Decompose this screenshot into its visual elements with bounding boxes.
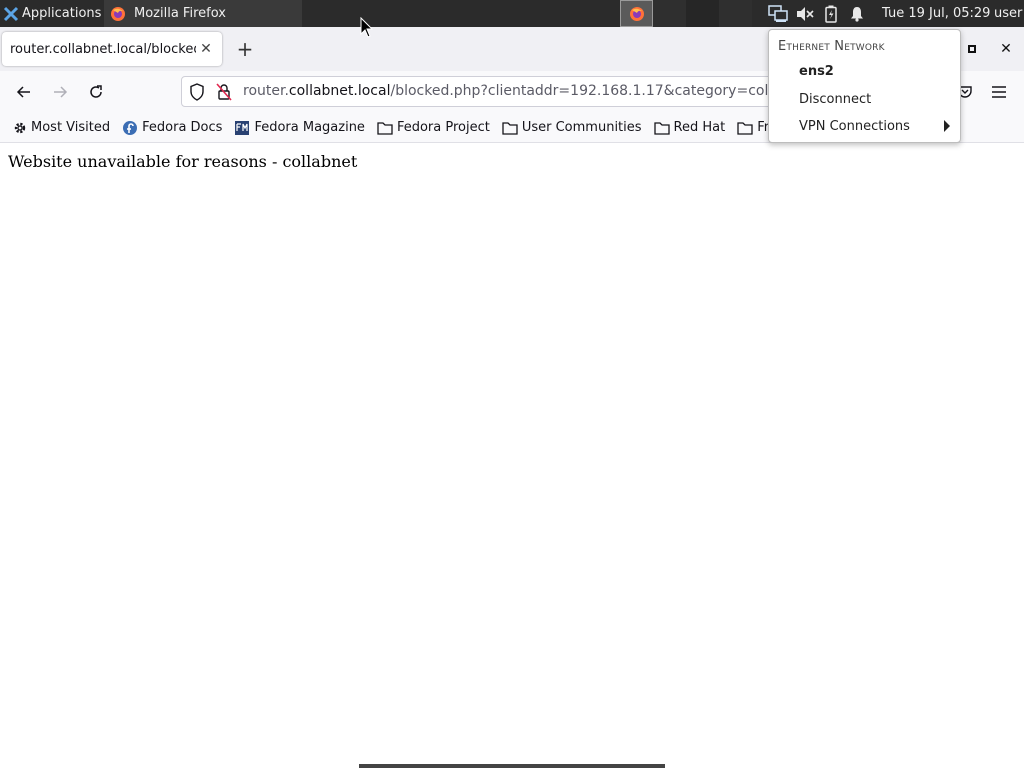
bookmark-folder-fedora-project[interactable]: Fedora Project — [377, 120, 490, 135]
insecure-lock-icon[interactable] — [216, 83, 232, 105]
submenu-arrow-icon — [944, 120, 950, 132]
fedora-magazine-icon — [235, 120, 250, 135]
url-text: router.collabnet.local/blocked.php?clien… — [243, 77, 813, 106]
bookmark-fedora-magazine[interactable]: Fedora Magazine — [234, 120, 365, 136]
folder-icon — [502, 121, 518, 135]
network-icon[interactable] — [764, 4, 792, 23]
bookmark-fedora-docs[interactable]: Fedora Docs — [122, 120, 222, 136]
bookmark-label: Fedora Magazine — [254, 120, 365, 135]
network-menu-header-text: Ethernet Network — [778, 39, 885, 54]
applications-label: Applications — [22, 6, 102, 21]
gear-icon — [14, 122, 26, 133]
url-prefix: router. — [243, 83, 289, 99]
new-tab-button[interactable]: + — [232, 36, 258, 62]
bookmark-label: User Communities — [521, 120, 642, 135]
applications-menu-button[interactable]: Applications ⋮ — [0, 0, 119, 27]
bookmark-label: Most Visited — [31, 120, 111, 135]
workspace-2[interactable] — [653, 0, 686, 27]
clock[interactable]: Tue 19 Jul, 05:29 — [882, 0, 990, 27]
bookmark-label: Fedora Project — [396, 120, 490, 135]
hamburger-menu-icon — [992, 86, 1006, 98]
bookmark-most-visited[interactable]: Most Visited — [13, 120, 110, 135]
workspace-1[interactable] — [620, 0, 653, 27]
folder-icon — [377, 121, 393, 135]
back-arrow-icon — [16, 86, 30, 98]
workspace-4[interactable] — [719, 0, 752, 27]
connection-ens2[interactable]: ens2 — [799, 64, 834, 79]
bookmark-folder-red-hat[interactable]: Red Hat — [653, 120, 726, 135]
reload-icon — [90, 85, 102, 98]
vpn-connections-menu-item[interactable]: VPN Connections — [799, 119, 910, 134]
back-button[interactable] — [11, 80, 37, 104]
page-message: Website unavailable for reasons - collab… — [8, 152, 358, 171]
tab-blocked-page[interactable]: router.collabnet.local/blocked ✕ — [2, 32, 222, 66]
app-menu-button[interactable] — [988, 81, 1010, 103]
folder-icon — [653, 121, 670, 135]
window-close-icon[interactable]: ✕ — [994, 38, 1018, 60]
url-path: /blocked.php?clientaddr=192.168.1.17&cat… — [390, 83, 813, 99]
forward-button[interactable] — [47, 80, 73, 104]
bookmark-label: Red Hat — [673, 120, 726, 135]
xfce-logo-icon — [3, 6, 19, 21]
workspace-3[interactable] — [686, 0, 719, 27]
battery-icon[interactable] — [818, 5, 844, 23]
bookmark-label: Fedora Docs — [142, 120, 223, 135]
top-panel: Applications ⋮ Mozilla Firefox — [0, 0, 1024, 27]
taskbar-window-title: Mozilla Firefox — [134, 6, 226, 21]
firefox-icon — [111, 6, 125, 21]
url-host: collabnet.local — [288, 83, 391, 99]
network-menu: Ethernet Network ens2 Disconnect VPN Con… — [768, 29, 961, 143]
disconnect-menu-item[interactable]: Disconnect — [799, 92, 871, 107]
tracking-shield-icon[interactable] — [189, 83, 205, 105]
forward-arrow-icon — [54, 86, 68, 98]
fedora-icon — [123, 120, 138, 135]
system-tray — [764, 0, 870, 27]
user-menu[interactable]: user — [994, 0, 1022, 27]
mouse-pointer-icon — [360, 17, 374, 38]
tab-close-icon[interactable]: ✕ — [196, 41, 216, 57]
notifications-bell-icon[interactable] — [844, 6, 870, 22]
network-menu-header: Ethernet Network — [778, 39, 885, 54]
tab-title: router.collabnet.local/blocked — [10, 41, 196, 57]
taskbar-firefox-button[interactable]: Mozilla Firefox — [104, 0, 302, 27]
volume-muted-icon[interactable] — [792, 6, 818, 22]
folder-icon — [737, 121, 753, 135]
bookmark-folder-user-communities[interactable]: User Communities — [502, 120, 642, 135]
window-maximize-icon[interactable] — [960, 38, 984, 60]
horizontal-scrollbar[interactable] — [359, 764, 665, 768]
firefox-icon — [629, 6, 644, 21]
reload-button[interactable] — [83, 80, 109, 104]
